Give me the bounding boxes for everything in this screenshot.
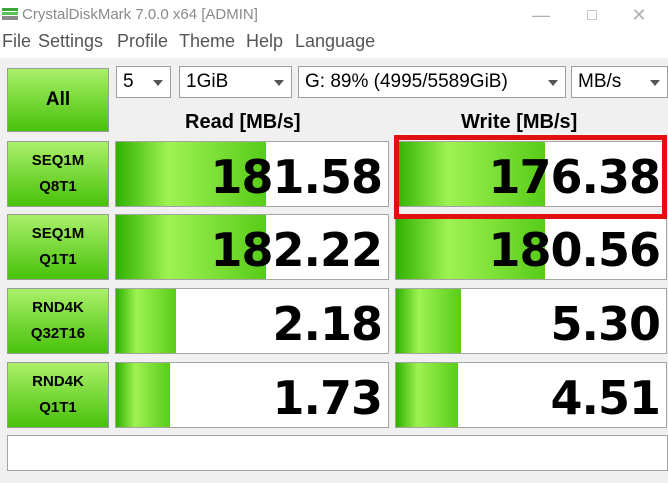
chevron-down-icon [153,80,163,86]
test-name: RND4K [32,373,84,390]
read-result-value: 1.73 [272,371,383,425]
menu-language[interactable]: Language [295,31,375,52]
menu-bar: File Settings Profile Theme Help Languag… [0,30,668,54]
write-result-bar [396,363,459,427]
comment-input[interactable] [7,435,668,471]
window-title: CrystalDiskMark 7.0.0 x64 [ADMIN] [22,6,258,23]
minimize-button[interactable]: — [518,0,564,30]
unit-select[interactable]: MB/s [571,66,668,98]
unit-value: MB/s [578,71,622,92]
read-result-bar [116,289,176,353]
title-bar: CrystalDiskMark 7.0.0 x64 [ADMIN] — ✕ [0,0,668,30]
chevron-down-icon [650,80,660,86]
test-name: SEQ1M [31,152,85,169]
write-result-cell: 5.30 [395,288,667,354]
maximize-icon [587,10,597,20]
drive-value: G: 89% (4995/5589GiB) [305,71,508,92]
test-button-rnd4k-q1t1[interactable]: RND4K Q1T1 [7,362,109,428]
menu-help[interactable]: Help [246,31,283,52]
test-name: SEQ1M [31,225,85,242]
test-params: Q1T1 [39,251,77,268]
read-column-header: Read [MB/s] [185,111,301,133]
test-params: Q1T1 [39,399,77,416]
test-count-value: 5 [123,71,134,92]
write-result-cell: 4.51 [395,362,667,428]
test-button-rnd4k-q32t16[interactable]: RND4K Q32T16 [7,288,109,354]
test-params: Q32T16 [30,325,86,342]
test-button-seq1m-q1t1[interactable]: SEQ1M Q1T1 [7,214,109,280]
write-result-cell: 180.56 [395,214,667,280]
write-result-value: 180.56 [488,223,661,277]
crystaldiskmark-app-icon [2,8,18,20]
write-result-value: 5.30 [550,297,661,351]
chevron-down-icon [274,80,284,86]
maximize-button[interactable] [569,0,615,30]
menu-settings[interactable]: Settings [38,31,103,52]
test-size-value: 1GiB [186,71,229,92]
menu-profile[interactable]: Profile [117,31,168,52]
menu-theme[interactable]: Theme [179,31,235,52]
test-size-select[interactable]: 1GiB [179,66,292,98]
read-result-cell: 1.73 [115,362,389,428]
read-result-value: 2.18 [272,297,383,351]
read-result-cell: 182.22 [115,214,389,280]
test-button-seq1m-q8t1[interactable]: SEQ1M Q8T1 [7,141,109,207]
test-name: RND4K [32,299,84,316]
chevron-down-icon [548,80,558,86]
drive-select[interactable]: G: 89% (4995/5589GiB) [298,66,566,98]
test-params: Q8T1 [39,178,77,195]
read-result-cell: 2.18 [115,288,389,354]
read-result-value: 181.58 [210,150,383,204]
read-result-value: 182.22 [210,223,383,277]
menu-file[interactable]: File [2,31,31,52]
highlight-box [394,135,667,219]
write-column-header: Write [MB/s] [461,111,578,133]
read-result-cell: 181.58 [115,141,389,207]
write-result-value: 4.51 [550,371,661,425]
read-result-bar [116,363,171,427]
close-button[interactable]: ✕ [616,0,662,30]
all-tests-button[interactable]: All [7,68,109,132]
test-count-select[interactable]: 5 [116,66,171,98]
write-result-bar [396,289,461,353]
